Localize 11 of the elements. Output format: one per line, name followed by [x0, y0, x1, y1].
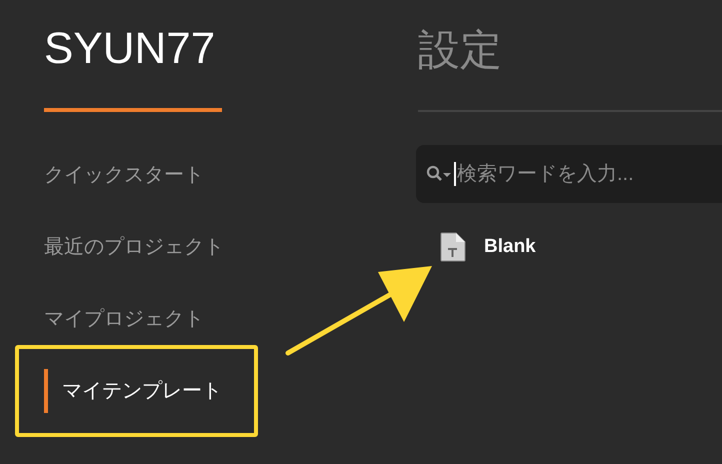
- search-icon[interactable]: [426, 165, 452, 183]
- search-field[interactable]: 検索ワードを入力...: [416, 145, 722, 203]
- user-name: SYUN77: [44, 27, 216, 71]
- template-item[interactable]: Blank: [484, 232, 536, 262]
- sidebar-item[interactable]: クイックスタート: [44, 160, 204, 190]
- sidebar-item[interactable]: マイプロジェクト: [44, 304, 204, 334]
- page-title: 設定: [418, 29, 503, 71]
- document-icon: [440, 232, 466, 262]
- sidebar-item[interactable]: 最近のプロジェクト: [44, 232, 224, 262]
- search-input[interactable]: 検索ワードを入力...: [457, 159, 722, 189]
- sidebar-item[interactable]: マイテンプレート: [62, 376, 222, 406]
